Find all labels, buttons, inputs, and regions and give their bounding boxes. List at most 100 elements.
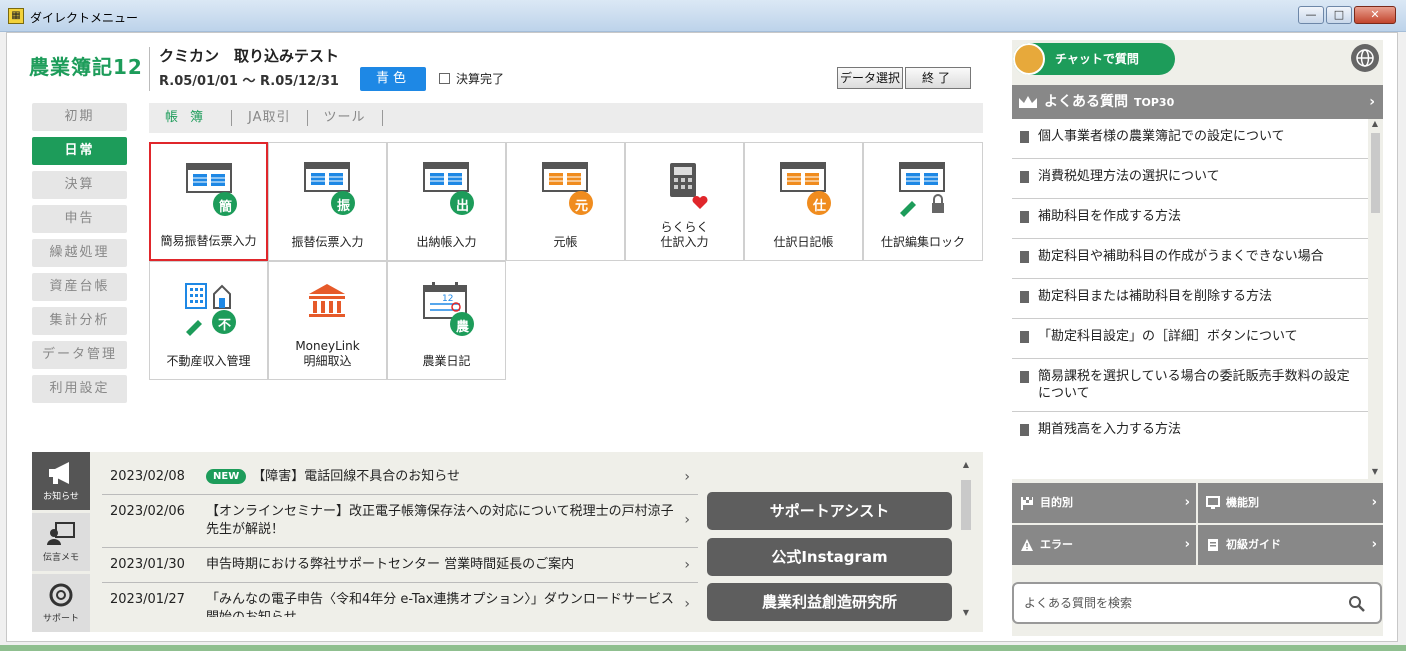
data-select-button[interactable]: データ選択 (837, 67, 903, 89)
tile-label-line2: 仕訳入力 (660, 235, 709, 249)
tab-ja-transactions[interactable]: JA取引 (232, 110, 308, 126)
nav-daily[interactable]: 日常 (32, 137, 127, 165)
chevron-right-icon: › (1371, 495, 1377, 510)
chat-question-button[interactable]: チャットで質問 (1013, 43, 1175, 75)
nav-usage-settings[interactable]: 利用設定 (32, 375, 127, 403)
tile-general-ledger[interactable]: 元 元帳 (506, 142, 625, 261)
tile-label-line1: らくらく (660, 220, 709, 234)
faq-item[interactable]: 「勘定科目設定」の［詳細］ボタンについて (1012, 319, 1368, 359)
news-item[interactable]: 2023/02/06 【オンラインセミナー】改正電子帳簿保存法への対応について税… (102, 495, 698, 548)
scroll-thumb[interactable] (1371, 133, 1380, 213)
news-title: 【オンラインセミナー】改正電子帳簿保存法への対応について税理士の戸村涼子先生が解… (206, 504, 674, 537)
end-button[interactable]: 終了 (905, 67, 971, 89)
faq-item[interactable]: 勘定科目や補助科目の作成がうまくできない場合 (1012, 239, 1368, 279)
tile-label: 農業日記 (422, 354, 471, 368)
tile-real-estate-income[interactable]: 不 不動産収入管理 (149, 261, 268, 380)
blue-return-button[interactable]: 青色 (360, 67, 426, 91)
function-grid: 簡 簡易振替伝票入力 振 振替伝票入力 出 出納帳入力 元 元帳 らくらく 仕訳… (149, 142, 983, 382)
side-tab-support[interactable]: サポート (32, 574, 90, 632)
faq-item[interactable]: 補助科目を作成する方法 (1012, 199, 1368, 239)
nav-asset-ledger[interactable]: 資産台帳 (32, 273, 127, 301)
nav-initial[interactable]: 初期 (32, 103, 127, 131)
taskbar-strip (0, 645, 1406, 651)
scroll-down-icon[interactable]: ▼ (959, 608, 973, 620)
document-icon (1020, 211, 1029, 223)
lifebuoy-icon (49, 583, 73, 607)
news-title: 申告時期における弊社サポートセンター 営業時間延長のご案内 (206, 557, 575, 572)
faq-item[interactable]: 個人事業者様の農業簿記での設定について (1012, 119, 1368, 159)
document-icon (1020, 131, 1029, 143)
scroll-down-icon[interactable]: ▼ (1368, 467, 1382, 479)
news-date: 2023/01/27 (110, 592, 185, 607)
tab-tools[interactable]: ツール (308, 110, 383, 126)
globe-icon[interactable] (1351, 44, 1379, 72)
tile-label: 振替伝票入力 (291, 235, 364, 249)
category-label: 初級ガイド (1226, 538, 1281, 551)
faq-scrollbar[interactable]: ▲ ▼ (1368, 119, 1383, 479)
closing-label: 決算完了 (456, 72, 505, 86)
book-icon (1208, 539, 1218, 551)
document-icon (1020, 171, 1029, 183)
crown-icon (1019, 96, 1037, 108)
category-errors[interactable]: エラー › (1012, 525, 1196, 565)
calculator-heart-icon (670, 163, 708, 209)
minimize-button[interactable]: — (1298, 6, 1324, 24)
tile-moneylink-import[interactable]: MoneyLink 明細取込 (268, 261, 387, 380)
tile-badge: 仕 (813, 199, 827, 214)
category-by-function[interactable]: 機能別 › (1198, 483, 1383, 523)
tab-books[interactable]: 帳簿 (149, 110, 233, 126)
tile-farm-diary[interactable]: 12 農 農業日記 (387, 261, 506, 380)
scroll-thumb[interactable] (961, 480, 971, 530)
scroll-up-icon[interactable]: ▲ (959, 460, 973, 472)
tile-label: 元帳 (553, 235, 578, 249)
news-scrollbar[interactable]: ▲ ▼ (959, 460, 973, 620)
tile-journal-edit-lock[interactable]: 仕訳編集ロック (863, 142, 983, 261)
category-by-purpose[interactable]: 目的別 › (1012, 483, 1196, 523)
tile-cashbook-entry[interactable]: 出 出納帳入力 (387, 142, 506, 261)
nav-data-management[interactable]: データ管理 (32, 341, 127, 369)
support-assist-button[interactable]: サポートアシスト (707, 492, 952, 530)
nav-settlement[interactable]: 決算 (32, 171, 127, 199)
search-icon[interactable] (1348, 595, 1366, 613)
document-icon (1020, 371, 1029, 383)
faq-item[interactable]: 消費税処理方法の選択について (1012, 159, 1368, 199)
faq-title: よくある質問 (1044, 94, 1128, 110)
checkbox-box[interactable] (439, 73, 450, 84)
tile-easy-journal-entry[interactable]: らくらく 仕訳入力 (625, 142, 744, 261)
chevron-right-icon: › (1184, 537, 1190, 552)
side-tab-memo[interactable]: 伝言メモ (32, 513, 90, 571)
scroll-up-icon[interactable]: ▲ (1368, 119, 1382, 131)
news-item[interactable]: 2023/02/08 NEW 【障害】電話回線不具合のお知らせ › (102, 460, 698, 495)
closing-complete-checkbox[interactable]: 決算完了 (439, 70, 504, 87)
tile-journal-book[interactable]: 仕 仕訳日記帳 (744, 142, 863, 261)
maximize-button[interactable]: □ (1326, 6, 1352, 24)
nav-carryover[interactable]: 繰越処理 (32, 239, 127, 267)
tile-badge: 振 (337, 199, 351, 214)
app-icon: ▦ (8, 8, 24, 24)
megaphone-icon (49, 462, 69, 484)
news-item[interactable]: 2023/01/30 申告時期における弊社サポートセンター 営業時間延長のご案内… (102, 548, 698, 583)
document-icon (1020, 291, 1029, 303)
tile-label-line2: 明細取込 (303, 354, 352, 368)
agri-research-button[interactable]: 農業利益創造研究所 (707, 583, 952, 621)
tile-badge: 出 (456, 199, 470, 214)
faq-item[interactable]: 期首残高を入力する方法 (1012, 412, 1368, 452)
faq-item[interactable]: 簡易課税を選択している場合の委託販売手数料の設定について (1012, 359, 1368, 412)
faq-item[interactable]: 勘定科目または補助科目を削除する方法 (1012, 279, 1368, 319)
instagram-button[interactable]: 公式Instagram (707, 538, 952, 576)
chevron-right-icon: › (684, 512, 690, 528)
close-button[interactable]: ✕ (1354, 6, 1396, 24)
news-date: 2023/02/06 (110, 504, 185, 519)
chevron-right-icon: › (684, 596, 690, 612)
tile-transfer-slip[interactable]: 振 振替伝票入力 (268, 142, 387, 261)
chevron-right-icon: › (684, 469, 690, 485)
faq-search-input[interactable]: よくある質問を検索 (1012, 582, 1382, 624)
nav-filing[interactable]: 申告 (32, 205, 127, 233)
category-beginner-guide[interactable]: 初級ガイド › (1198, 525, 1383, 565)
faq-header[interactable]: よくある質問 TOP30 › (1012, 85, 1383, 119)
side-tab-announcements[interactable]: お知らせ (32, 452, 90, 510)
nav-analysis[interactable]: 集計分析 (32, 307, 127, 335)
news-item[interactable]: 2023/01/27 「みんなの電子申告〈令和4年分 e-Tax連携オプション〉… (102, 583, 698, 617)
faq-panel: チャットで質問 よくある質問 TOP30 › 個人事業者様の農業簿記での設定につい… (1012, 40, 1383, 636)
tile-simple-transfer-slip[interactable]: 簡 簡易振替伝票入力 (149, 142, 268, 261)
